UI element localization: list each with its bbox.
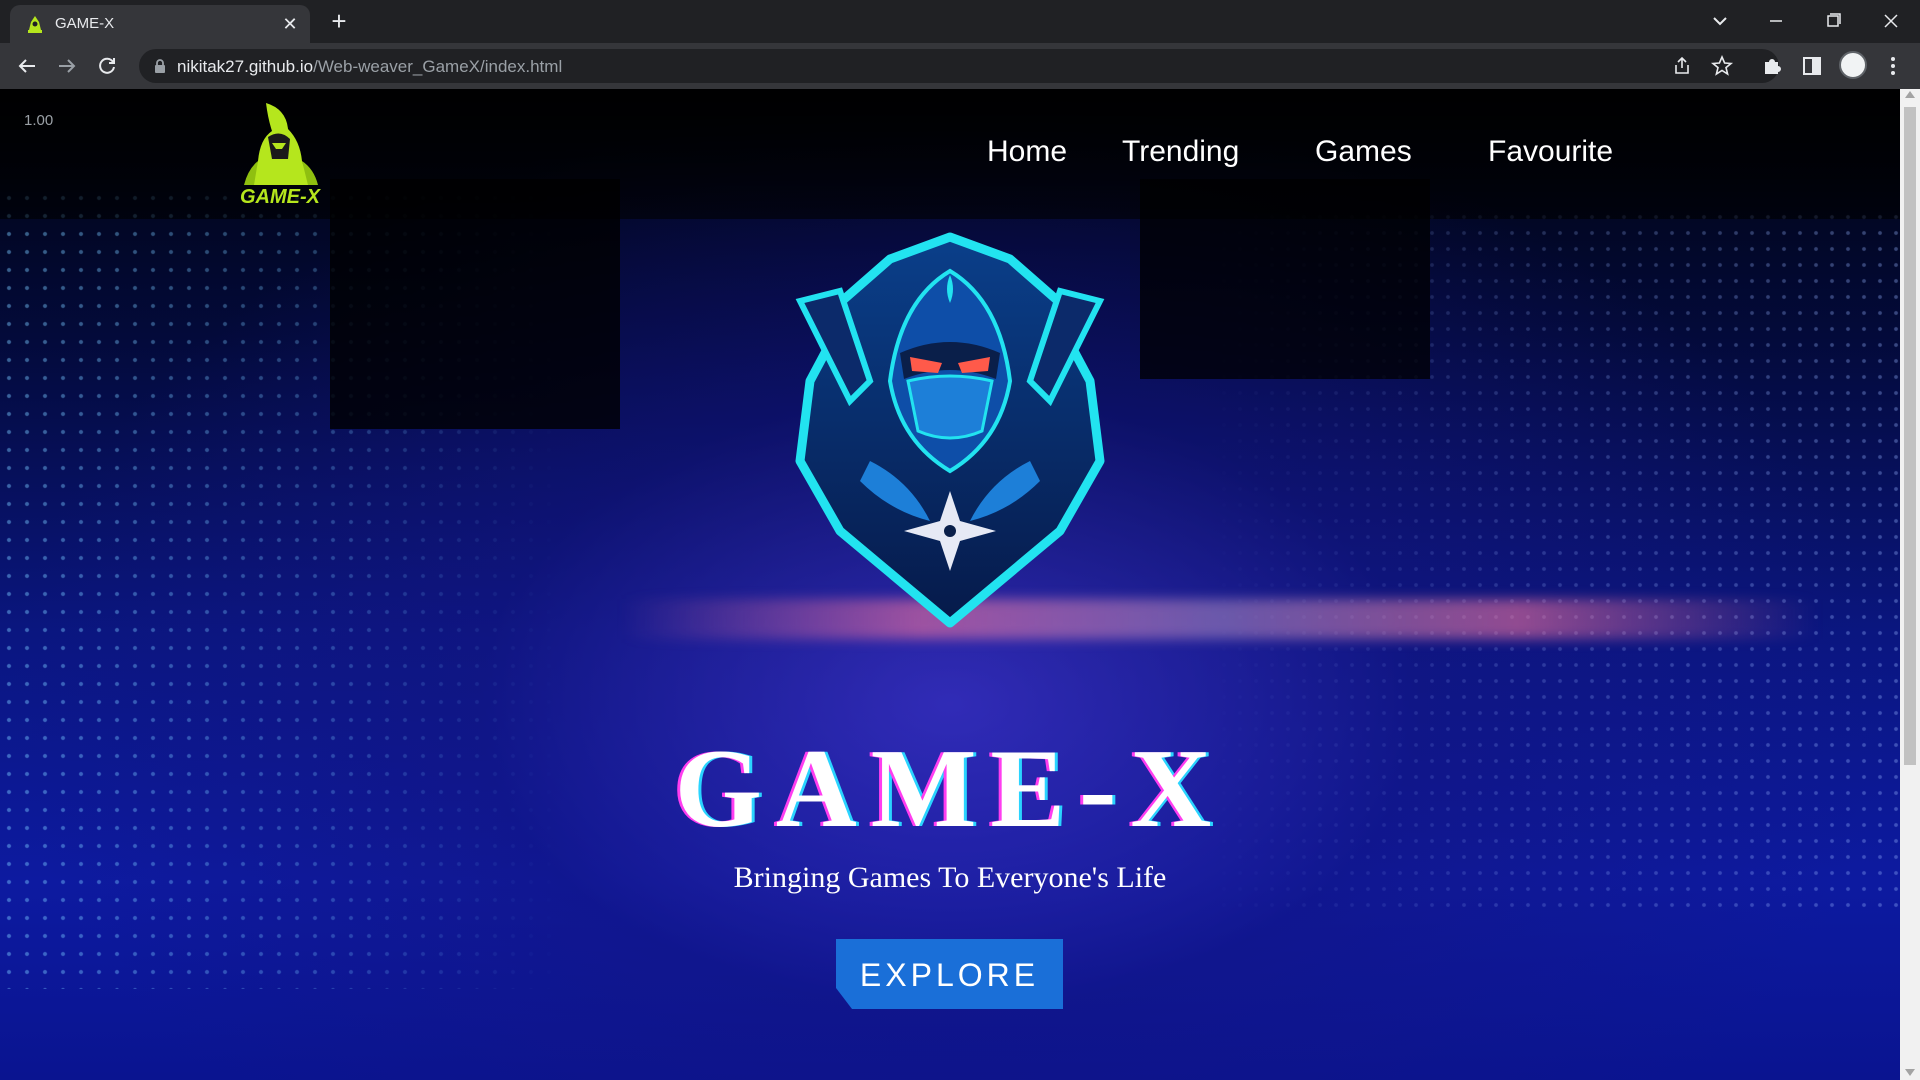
share-icon[interactable] bbox=[1669, 53, 1695, 79]
minimize-icon[interactable] bbox=[1756, 6, 1796, 36]
page-viewport: 1.00 GAME-X Home Trending Games Favourit… bbox=[0, 89, 1900, 1080]
extensions-icon[interactable] bbox=[1759, 53, 1785, 79]
url-host: nikitak27.github.io bbox=[177, 57, 314, 76]
svg-text:GAME-X: GAME-X bbox=[240, 186, 322, 208]
game-x-logo-icon[interactable]: GAME-X bbox=[228, 99, 332, 209]
back-icon[interactable] bbox=[13, 52, 41, 80]
browser-chrome: GAME-X ✕ + nikitak27.github.io/Web-weave… bbox=[0, 0, 1920, 89]
nav-home[interactable]: Home bbox=[987, 135, 1067, 169]
profile-avatar[interactable] bbox=[1839, 51, 1867, 79]
nav-trending[interactable]: Trending bbox=[1122, 135, 1239, 169]
star-icon[interactable] bbox=[1709, 53, 1735, 79]
scroll-down-arrow-icon[interactable] bbox=[1905, 1069, 1915, 1076]
brand-title: GAME-X bbox=[674, 727, 1226, 851]
lock-icon[interactable] bbox=[153, 58, 167, 74]
side-panel-icon[interactable] bbox=[1799, 53, 1825, 79]
tab-title: GAME-X bbox=[55, 15, 115, 32]
nav-games[interactable]: Games bbox=[1315, 135, 1412, 169]
menu-icon[interactable] bbox=[1880, 53, 1906, 79]
tab-strip: GAME-X ✕ + bbox=[0, 0, 1920, 43]
new-tab-button[interactable]: + bbox=[325, 8, 353, 36]
url-path: /Web-weaver_GameX/index.html bbox=[313, 57, 563, 76]
nav-favourite[interactable]: Favourite bbox=[1488, 135, 1613, 169]
forward-icon[interactable] bbox=[53, 52, 81, 80]
tab-close-icon[interactable]: ✕ bbox=[280, 14, 300, 34]
url-text[interactable]: nikitak27.github.io/Web-weaver_GameX/ind… bbox=[177, 57, 562, 77]
close-window-icon[interactable] bbox=[1871, 6, 1911, 36]
tagline: Bringing Games To Everyone's Life bbox=[733, 861, 1167, 894]
explore-button[interactable]: EXPLORE bbox=[836, 939, 1063, 1009]
reload-icon[interactable] bbox=[93, 52, 121, 80]
ninja-emblem-icon bbox=[795, 232, 1105, 628]
game-x-favicon-icon bbox=[28, 16, 42, 33]
scroll-thumb[interactable] bbox=[1904, 107, 1916, 765]
tab-search-icon[interactable] bbox=[1700, 6, 1740, 36]
address-bar[interactable]: nikitak27.github.io/Web-weaver_GameX/ind… bbox=[139, 49, 1779, 83]
restore-icon[interactable] bbox=[1813, 6, 1853, 36]
browser-tab[interactable]: GAME-X ✕ bbox=[10, 5, 310, 43]
page-scrollbar[interactable] bbox=[1900, 89, 1920, 1080]
browser-toolbar: nikitak27.github.io/Web-weaver_GameX/ind… bbox=[0, 43, 1920, 89]
scroll-up-arrow-icon[interactable] bbox=[1905, 91, 1915, 98]
zoom-label: 1.00 bbox=[24, 112, 54, 129]
